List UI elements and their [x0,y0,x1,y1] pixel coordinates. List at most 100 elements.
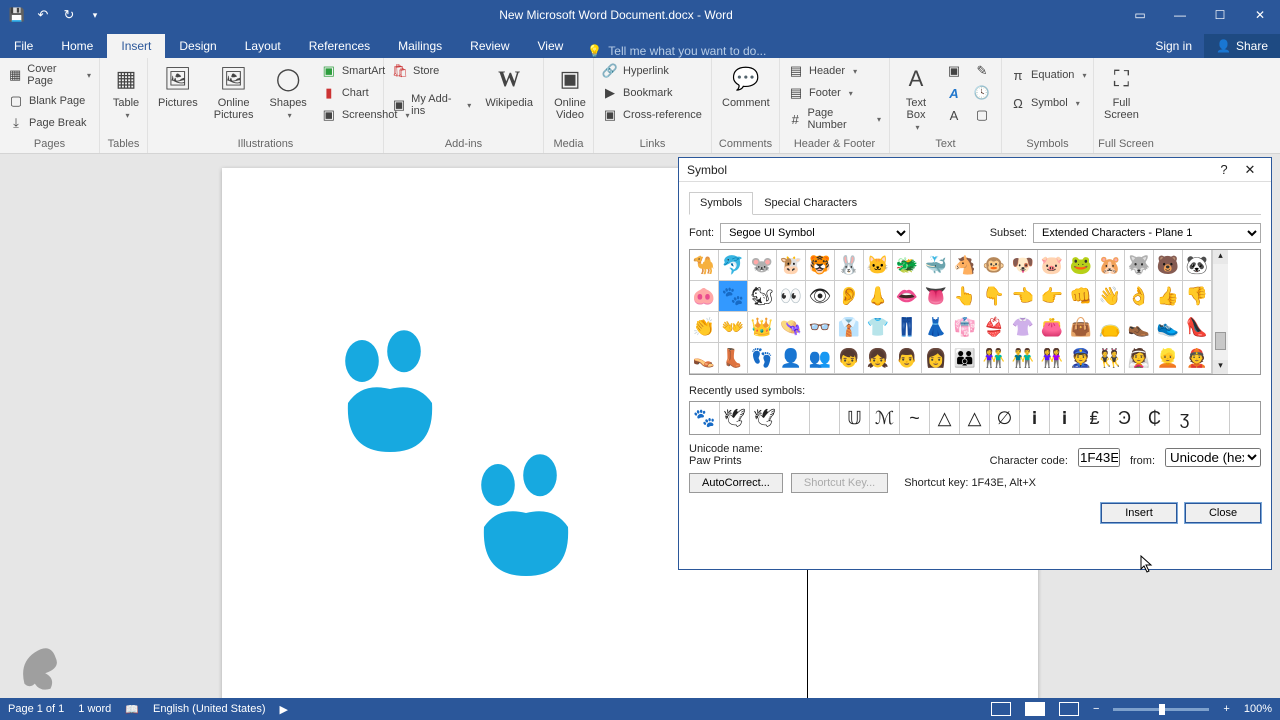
symbol-cell[interactable]: 🐮 [777,250,806,281]
recent-symbol-cell[interactable]: 𝕌 [840,402,870,434]
share-button[interactable]: 👤Share [1204,34,1280,58]
cover-page-button[interactable]: ▦Cover Page [4,61,95,89]
store-button[interactable]: 🛍Store [388,61,475,81]
symbol-cell[interactable]: 👕 [864,312,893,343]
symbol-cell[interactable]: 👌 [1125,281,1154,312]
textbox-button[interactable]: AText Box [894,61,938,134]
save-icon[interactable]: 💾 [6,4,28,26]
scroll-thumb[interactable] [1215,332,1226,350]
ribbon-options-icon[interactable]: ▭ [1120,0,1160,30]
symbol-cell[interactable]: 👔 [835,312,864,343]
tell-me[interactable]: 💡Tell me what you want to do... [587,44,766,58]
symbol-cell[interactable]: 🐱 [864,250,893,281]
symbol-cell[interactable]: 🐿 [748,281,777,312]
symbol-cell[interactable]: 🐵 [980,250,1009,281]
undo-icon[interactable]: ↶ [32,4,54,26]
zoom-slider[interactable] [1113,708,1209,711]
tab-mailings[interactable]: Mailings [384,34,456,58]
recent-symbol-cell[interactable]: ₵ [1140,402,1170,434]
scroll-down-icon[interactable]: ▾ [1213,360,1228,374]
tab-design[interactable]: Design [165,34,230,58]
status-language[interactable]: English (United States) [153,703,266,715]
symbol-cell[interactable]: 👈 [1009,281,1038,312]
recent-symbol-cell[interactable]: ~ [900,402,930,434]
symbol-cell[interactable]: 👧 [864,343,893,374]
page-number-button[interactable]: #Page Number [784,105,885,133]
recent-symbol-cell[interactable]: ӡ [1170,402,1200,434]
header-button[interactable]: ▤Header [784,61,885,81]
wordart-button[interactable]: A [942,83,966,103]
symbol-cell[interactable]: 👑 [748,312,777,343]
symbol-cell[interactable]: 👂 [835,281,864,312]
symbol-cell[interactable]: 👜 [1067,312,1096,343]
recent-symbol-cell[interactable]: 🕊 [720,402,750,434]
symbol-cell[interactable]: 👒 [777,312,806,343]
recent-symbol-cell[interactable]: 🕊 [750,402,780,434]
symbol-cell[interactable]: 👨 [893,343,922,374]
comment-button[interactable]: 💬Comment [716,61,776,111]
symbol-cell[interactable]: 👣 [748,343,777,374]
tab-layout[interactable]: Layout [231,34,295,58]
equation-button[interactable]: πEquation [1006,65,1090,85]
symbol-cell[interactable]: 🐻 [1154,250,1183,281]
symbol-cell[interactable]: 🐼 [1183,250,1212,281]
recent-symbol-cell[interactable]: △ [960,402,990,434]
shapes-button[interactable]: ◯Shapes [264,61,313,122]
dialog-help-icon[interactable]: ? [1211,162,1237,177]
symbol-cell[interactable]: 👫 [980,343,1009,374]
zoom-out-icon[interactable]: − [1093,703,1099,715]
symbol-cell[interactable]: 👟 [1154,312,1183,343]
object-button[interactable]: ▢ [970,105,994,125]
recent-symbol-cell[interactable]: 𝐢 [1050,402,1080,434]
recent-symbol-cell[interactable]: ℳ [870,402,900,434]
tab-home[interactable]: Home [47,34,107,58]
symbol-cell[interactable]: 👚 [1009,312,1038,343]
zoom-level[interactable]: 100% [1244,703,1272,715]
qat-caret-icon[interactable]: ▾ [84,4,106,26]
symbol-cell[interactable]: 🐬 [719,250,748,281]
autocorrect-button[interactable]: AutoCorrect... [689,473,783,493]
symbol-cell[interactable]: 👙 [980,312,1009,343]
symbol-cell[interactable]: 🐲 [893,250,922,281]
recent-symbol-cell[interactable]: ₤ [1080,402,1110,434]
symbol-cell[interactable]: 👱 [1154,343,1183,374]
view-web-icon[interactable] [1059,702,1079,716]
symbol-cell[interactable]: 🐳 [922,250,951,281]
online-video-button[interactable]: ▣Online Video [548,61,592,123]
recent-symbol-cell[interactable] [810,402,840,434]
symbol-cell[interactable]: 👝 [1096,312,1125,343]
symbol-button[interactable]: ΩSymbol [1006,93,1090,113]
symbol-cell[interactable]: 🐽 [690,281,719,312]
recent-symbol-cell[interactable]: △ [930,402,960,434]
symbol-cell[interactable]: 🐪 [690,250,719,281]
recent-symbol-cell[interactable] [1200,402,1230,434]
dropcap-button[interactable]: A [942,105,966,125]
symbol-cell[interactable]: 🐷 [1038,250,1067,281]
footer-button[interactable]: ▤Footer [784,83,885,103]
tab-view[interactable]: View [524,34,578,58]
symbol-cell[interactable]: 👅 [922,281,951,312]
symbol-cell[interactable]: 👏 [690,312,719,343]
recent-symbol-cell[interactable]: ∅ [990,402,1020,434]
close-button[interactable]: Close [1185,503,1261,523]
blank-page-button[interactable]: ▢Blank Page [4,91,95,111]
hyperlink-button[interactable]: 🔗Hyperlink [598,61,706,81]
zoom-in-icon[interactable]: + [1223,703,1229,715]
close-icon[interactable]: ✕ [1240,0,1280,30]
symbol-cell[interactable]: 👘 [951,312,980,343]
symbol-cell[interactable]: 👤 [777,343,806,374]
symbol-cell[interactable]: 👥 [806,343,835,374]
insert-button[interactable]: Insert [1101,503,1177,523]
fullscreen-button[interactable]: ⛶Full Screen [1098,61,1145,123]
bookmark-button[interactable]: ▶Bookmark [598,83,706,103]
symbol-cell[interactable]: 🐴 [951,250,980,281]
from-select[interactable]: Unicode (hex) [1165,448,1261,467]
sign-in[interactable]: Sign in [1143,34,1204,58]
symbol-cell[interactable]: 👮 [1067,343,1096,374]
charcode-input[interactable] [1078,448,1120,467]
symbol-cell[interactable]: 👢 [719,343,748,374]
symbol-cell[interactable]: 🐸 [1067,250,1096,281]
symbol-cell[interactable]: 🐰 [835,250,864,281]
recent-symbol-cell[interactable]: Ͽ [1110,402,1140,434]
sigline-button[interactable]: ✎ [970,61,994,81]
